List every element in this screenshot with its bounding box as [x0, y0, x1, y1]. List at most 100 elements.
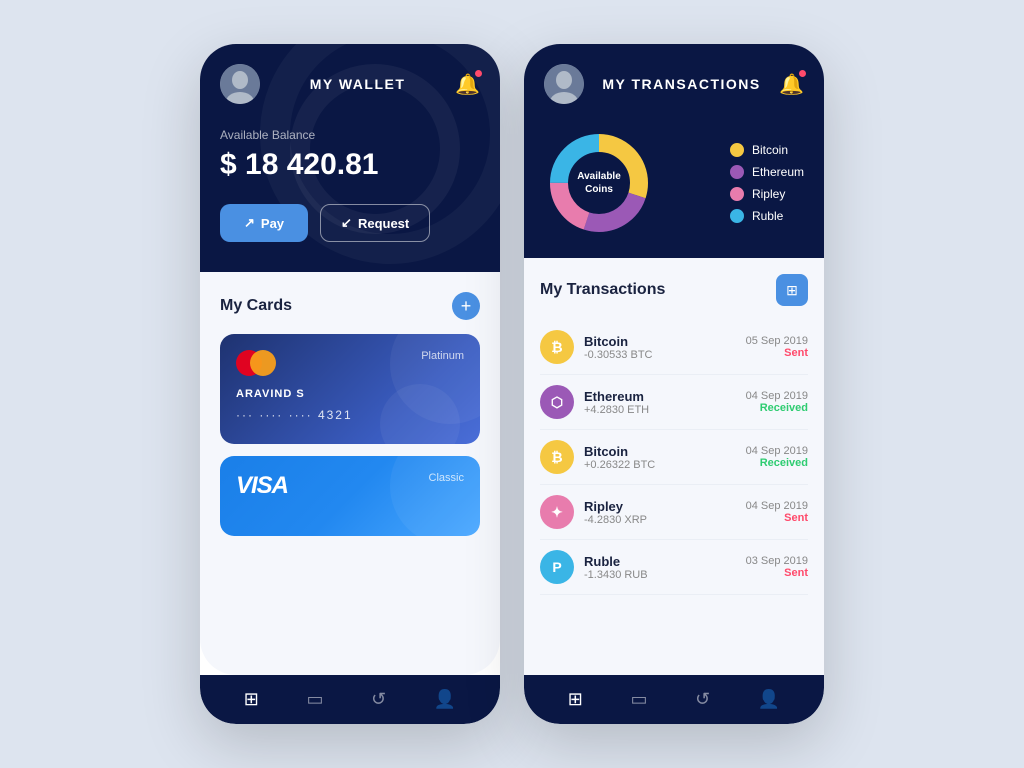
card-type-platinum: Platinum [421, 350, 464, 362]
tx-name-ruble: Ruble [584, 554, 736, 569]
visa-shine [390, 456, 480, 536]
tx-date-col-ruble: 03 Sep 2019 Sent [746, 555, 808, 579]
wallet-header-top: MY WALLET 🔔 [220, 64, 480, 104]
tx-header-top: MY TRANSACTIONS 🔔 [544, 64, 804, 104]
tx-status-bitcoin2: Received [746, 457, 808, 469]
request-arrow-icon: ↙ [341, 215, 352, 231]
table-row: P Ruble -1.3430 RUB 03 Sep 2019 Sent [540, 540, 808, 595]
tx-info-ruble: Ruble -1.3430 RUB [584, 554, 736, 581]
tx-date-ethereum: 04 Sep 2019 [746, 390, 808, 402]
tx-date-ripley: 04 Sep 2019 [746, 500, 808, 512]
mastercard-logo [236, 350, 276, 376]
my-cards-title: My Cards [220, 297, 292, 315]
tx-icon-ruble: P [540, 550, 574, 584]
tx-info-ethereum: Ethereum +4.2830 ETH [584, 389, 736, 416]
nav-history-icon[interactable]: ↺ [371, 689, 386, 710]
legend-label-bitcoin: Bitcoin [752, 143, 788, 157]
tx-icon-bitcoin2: ₿ [540, 440, 574, 474]
add-card-button[interactable]: + [452, 292, 480, 320]
wallet-header: MY WALLET 🔔 Available Balance $ 18 420.8… [200, 44, 500, 272]
legend-dot-ripley [730, 187, 744, 201]
wallet-body: My Cards + Platinum ARAVIND S ··· ···· ·… [200, 272, 500, 675]
tx-notification-dot [799, 70, 806, 77]
tx-avatar [544, 64, 584, 104]
tx-nav-user-icon[interactable]: 👤 [758, 689, 780, 710]
tx-icon-ripley: ✦ [540, 495, 574, 529]
transactions-header: MY TRANSACTIONS 🔔 [524, 44, 824, 258]
pay-button[interactable]: ↗ Pay [220, 204, 308, 242]
legend-bitcoin: Bitcoin [730, 143, 804, 157]
tx-name-bitcoin2: Bitcoin [584, 444, 736, 459]
tx-info-bitcoin1: Bitcoin -0.30533 BTC [584, 334, 736, 361]
tx-date-col-bitcoin2: 04 Sep 2019 Received [746, 445, 808, 469]
bell-icon[interactable]: 🔔 [455, 72, 480, 97]
mc-yellow-circle [250, 350, 276, 376]
tx-status-ruble: Sent [746, 567, 808, 579]
legend-label-ethereum: Ethereum [752, 165, 804, 179]
tx-amount-bitcoin1: -0.30533 BTC [584, 349, 736, 361]
tx-amount-ethereum: +4.2830 ETH [584, 404, 736, 416]
nav-user-icon[interactable]: 👤 [434, 689, 456, 710]
card-visa: Classic VISA [220, 456, 480, 536]
tx-info-bitcoin2: Bitcoin +0.26322 BTC [584, 444, 736, 471]
tx-section-header: My Transactions ⊞ [540, 274, 808, 306]
nav-card-icon[interactable]: ▭ [306, 689, 323, 710]
tx-info-ripley: Ripley -4.2830 XRP [584, 499, 736, 526]
tx-title: MY TRANSACTIONS [602, 76, 760, 92]
table-row: ✦ Ripley -4.2830 XRP 04 Sep 2019 Sent [540, 485, 808, 540]
tx-name-ripley: Ripley [584, 499, 736, 514]
legend-ethereum: Ethereum [730, 165, 804, 179]
tx-date-bitcoin1: 05 Sep 2019 [746, 335, 808, 347]
tx-status-ethereum: Received [746, 402, 808, 414]
tx-nav-history-icon[interactable]: ↺ [695, 689, 710, 710]
card-platinum: Platinum ARAVIND S ··· ···· ···· 4321 [220, 334, 480, 444]
tx-date-col-ethereum: 04 Sep 2019 Received [746, 390, 808, 414]
filter-button[interactable]: ⊞ [776, 274, 808, 306]
balance-label: Available Balance [220, 128, 480, 142]
tx-bell-icon[interactable]: 🔔 [779, 72, 804, 97]
my-cards-header: My Cards + [220, 292, 480, 320]
legend-dot-ruble [730, 209, 744, 223]
tx-nav-card-icon[interactable]: ▭ [630, 689, 647, 710]
tx-nav-grid-icon[interactable]: ⊞ [568, 689, 583, 710]
donut-legend: Bitcoin Ethereum Ripley Ruble [730, 143, 804, 223]
my-transactions-title: My Transactions [540, 281, 665, 299]
notification-dot [475, 70, 482, 77]
wallet-title: MY WALLET [310, 76, 406, 92]
transactions-body: My Transactions ⊞ ₿ Bitcoin -0.30533 BTC… [524, 258, 824, 675]
card-type-classic: Classic [429, 472, 464, 484]
action-buttons: ↗ Pay ↙ Request [220, 204, 480, 242]
legend-label-ripley: Ripley [752, 187, 785, 201]
pay-arrow-icon: ↗ [244, 215, 255, 231]
transactions-phone: MY TRANSACTIONS 🔔 [524, 44, 824, 724]
tx-amount-bitcoin2: +0.26322 BTC [584, 459, 736, 471]
table-row: ₿ Bitcoin +0.26322 BTC 04 Sep 2019 Recei… [540, 430, 808, 485]
tx-amount-ripley: -4.2830 XRP [584, 514, 736, 526]
table-row: ₿ Bitcoin -0.30533 BTC 05 Sep 2019 Sent [540, 320, 808, 375]
balance-amount: $ 18 420.81 [220, 148, 480, 182]
donut-chart: AvailableCoins [544, 128, 654, 238]
tx-name-bitcoin1: Bitcoin [584, 334, 736, 349]
tx-status-bitcoin1: Sent [746, 347, 808, 359]
tx-date-bitcoin2: 04 Sep 2019 [746, 445, 808, 457]
tx-date-col-ripley: 04 Sep 2019 Sent [746, 500, 808, 524]
tx-status-ripley: Sent [746, 512, 808, 524]
tx-amount-ruble: -1.3430 RUB [584, 569, 736, 581]
table-row: ⬡ Ethereum +4.2830 ETH 04 Sep 2019 Recei… [540, 375, 808, 430]
tx-icon-bitcoin1: ₿ [540, 330, 574, 364]
tx-date-col-bitcoin1: 05 Sep 2019 Sent [746, 335, 808, 359]
legend-dot-bitcoin [730, 143, 744, 157]
avatar [220, 64, 260, 104]
legend-dot-ethereum [730, 165, 744, 179]
tx-date-ruble: 03 Sep 2019 [746, 555, 808, 567]
tx-icon-ethereum: ⬡ [540, 385, 574, 419]
donut-section: AvailableCoins Bitcoin Ethereum Ripley [544, 128, 804, 238]
tx-bottom-nav: ⊞ ▭ ↺ 👤 [524, 675, 824, 724]
donut-center-text: AvailableCoins [577, 170, 621, 196]
tx-name-ethereum: Ethereum [584, 389, 736, 404]
legend-label-ruble: Ruble [752, 209, 783, 223]
legend-ruble: Ruble [730, 209, 804, 223]
request-button[interactable]: ↙ Request [320, 204, 430, 242]
wallet-bottom-nav: ⊞ ▭ ↺ 👤 [200, 675, 500, 724]
nav-grid-icon[interactable]: ⊞ [244, 689, 259, 710]
